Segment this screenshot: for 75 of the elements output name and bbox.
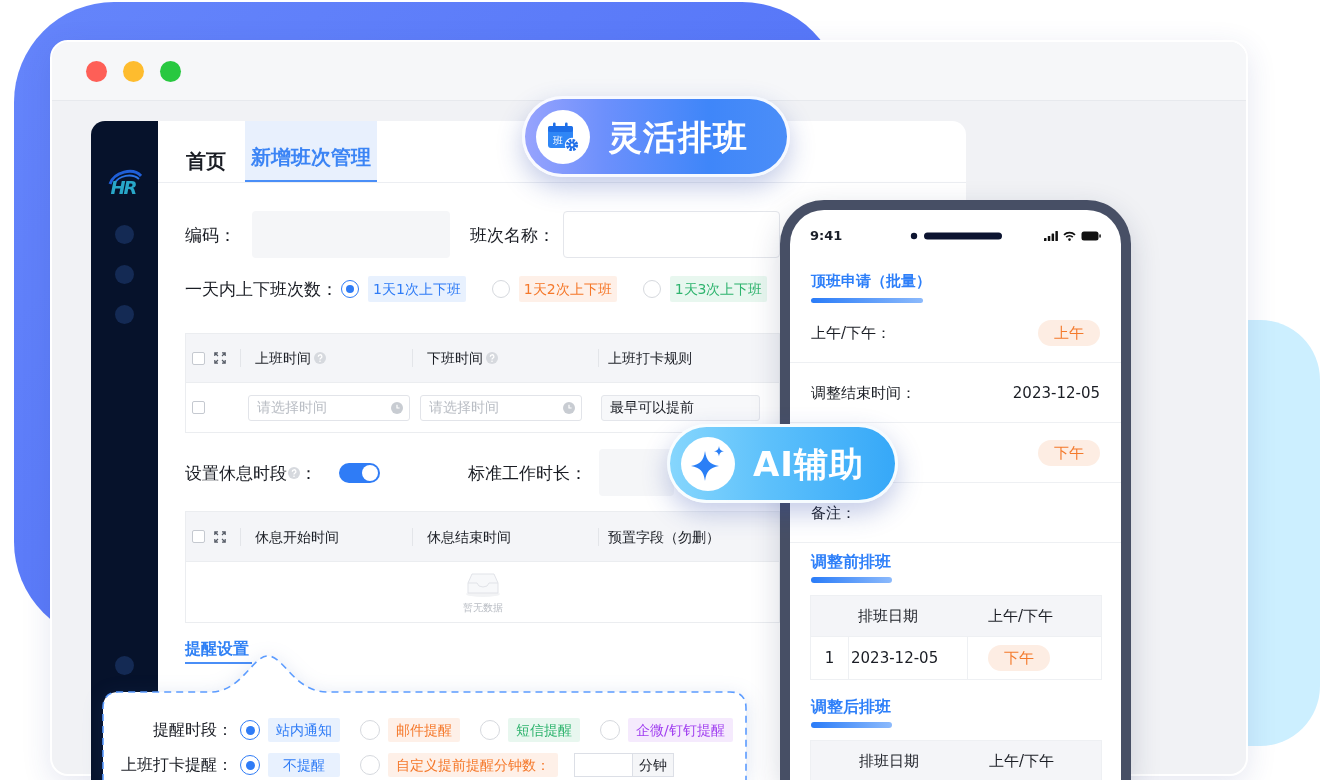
option-tag[interactable]: 1天1次上下班	[368, 276, 466, 302]
close-button[interactable]	[86, 60, 107, 82]
toggle-switch[interactable]	[339, 462, 380, 483]
badge-label: 灵活排班	[608, 116, 748, 157]
field-label: 一天内上下班次数：	[185, 279, 338, 299]
column-header: 上午/下午	[987, 607, 1055, 625]
nav-item-icon[interactable]	[115, 265, 134, 284]
unit-addon: 分钟	[633, 753, 674, 777]
option-tag[interactable]: 1天3次上下班	[669, 276, 768, 302]
column-header: 预置字段（勿删）	[608, 527, 720, 546]
option-tag[interactable]: 自定义提前提醒分钟数：	[388, 753, 558, 777]
field-label: 调整结束时间：	[811, 383, 916, 402]
select-field[interactable]: 最早可以提前	[601, 394, 760, 421]
minutes-input[interactable]	[574, 753, 633, 777]
field-label: 上午/下午：	[811, 323, 892, 342]
column-header: 上班打卡规则	[608, 349, 692, 367]
section-title: 调整前排班	[811, 553, 891, 570]
nav-item-icon[interactable]	[115, 656, 134, 675]
tab[interactable]: 首页	[184, 121, 228, 182]
fullscreen-icon[interactable]	[214, 352, 226, 364]
field-label: 班次名称：	[470, 224, 555, 245]
section-tab[interactable]: 提醒设置	[185, 639, 252, 664]
wifi-icon	[1063, 231, 1076, 241]
period-tag: 下午	[988, 645, 1050, 671]
field-label: 备注：	[811, 503, 856, 522]
battery-icon	[1081, 231, 1101, 241]
radio-button[interactable]	[341, 280, 359, 298]
checkbox[interactable]	[192, 401, 205, 414]
option-tag[interactable]: 短信提醒	[508, 718, 580, 742]
label-colon: ：	[300, 462, 317, 483]
app-logo: HR	[107, 167, 142, 199]
field-label: 上班打卡提醒：	[120, 755, 233, 775]
empty-state-text: 暂无数据	[462, 601, 503, 614]
option-tag[interactable]: 邮件提醒	[388, 718, 460, 742]
status-time: 9:41	[810, 228, 843, 244]
tab[interactable]: 新增班次管理	[245, 121, 377, 182]
input-field[interactable]	[599, 449, 674, 496]
column-header: 下班时间	[427, 349, 483, 367]
signal-icon	[1044, 231, 1058, 241]
column-header: 上午/下午	[988, 751, 1056, 770]
field-label: 设置休息时段	[185, 462, 287, 483]
clock-icon	[563, 401, 575, 414]
time-picker-field[interactable]: 请选择时间	[420, 394, 582, 421]
column-header: 排班日期	[858, 751, 920, 770]
column-header: 休息结束时间	[427, 527, 511, 546]
column-header: 休息开始时间	[255, 527, 339, 546]
period-tag: 上午	[1038, 319, 1100, 346]
fullscreen-icon[interactable]	[214, 530, 226, 543]
field-label: 编码：	[185, 224, 236, 245]
nav-item-icon[interactable]	[115, 225, 134, 244]
column-header: 上班时间	[255, 349, 311, 367]
field-label: 标准工作时长：	[468, 462, 587, 483]
option-tag[interactable]: 企微/钉钉提醒	[628, 718, 733, 742]
option-tag[interactable]: 不提醒	[268, 753, 340, 777]
maximize-button[interactable]	[160, 60, 181, 82]
table-cell: 2023-12-05	[848, 637, 967, 679]
clock-icon	[391, 401, 403, 414]
checkbox[interactable]	[192, 530, 205, 543]
period-tag: 下午	[1038, 439, 1100, 466]
section-title: 调整后排班	[811, 698, 891, 715]
option-tag[interactable]: 1天2次上下班	[518, 276, 617, 302]
time-picker-field[interactable]: 请选择时间	[248, 394, 410, 421]
table-cell-text: 1	[823, 648, 836, 669]
option-tag[interactable]: 站内通知	[268, 718, 340, 742]
calendar-gear-icon: 班	[536, 109, 590, 164]
badge-label: AI辅助	[753, 443, 864, 484]
nav-item-icon[interactable]	[115, 305, 134, 324]
minimize-button[interactable]	[123, 60, 144, 82]
input-field[interactable]	[563, 211, 780, 258]
column-header: 排班日期	[857, 607, 919, 625]
sparkle-icon	[681, 436, 735, 491]
checkbox[interactable]	[192, 351, 205, 365]
field-label: 提醒时段：	[152, 720, 233, 740]
field-value: 2023-12-05	[1012, 383, 1100, 402]
page-title: 顶班申请（批量）	[811, 273, 931, 290]
